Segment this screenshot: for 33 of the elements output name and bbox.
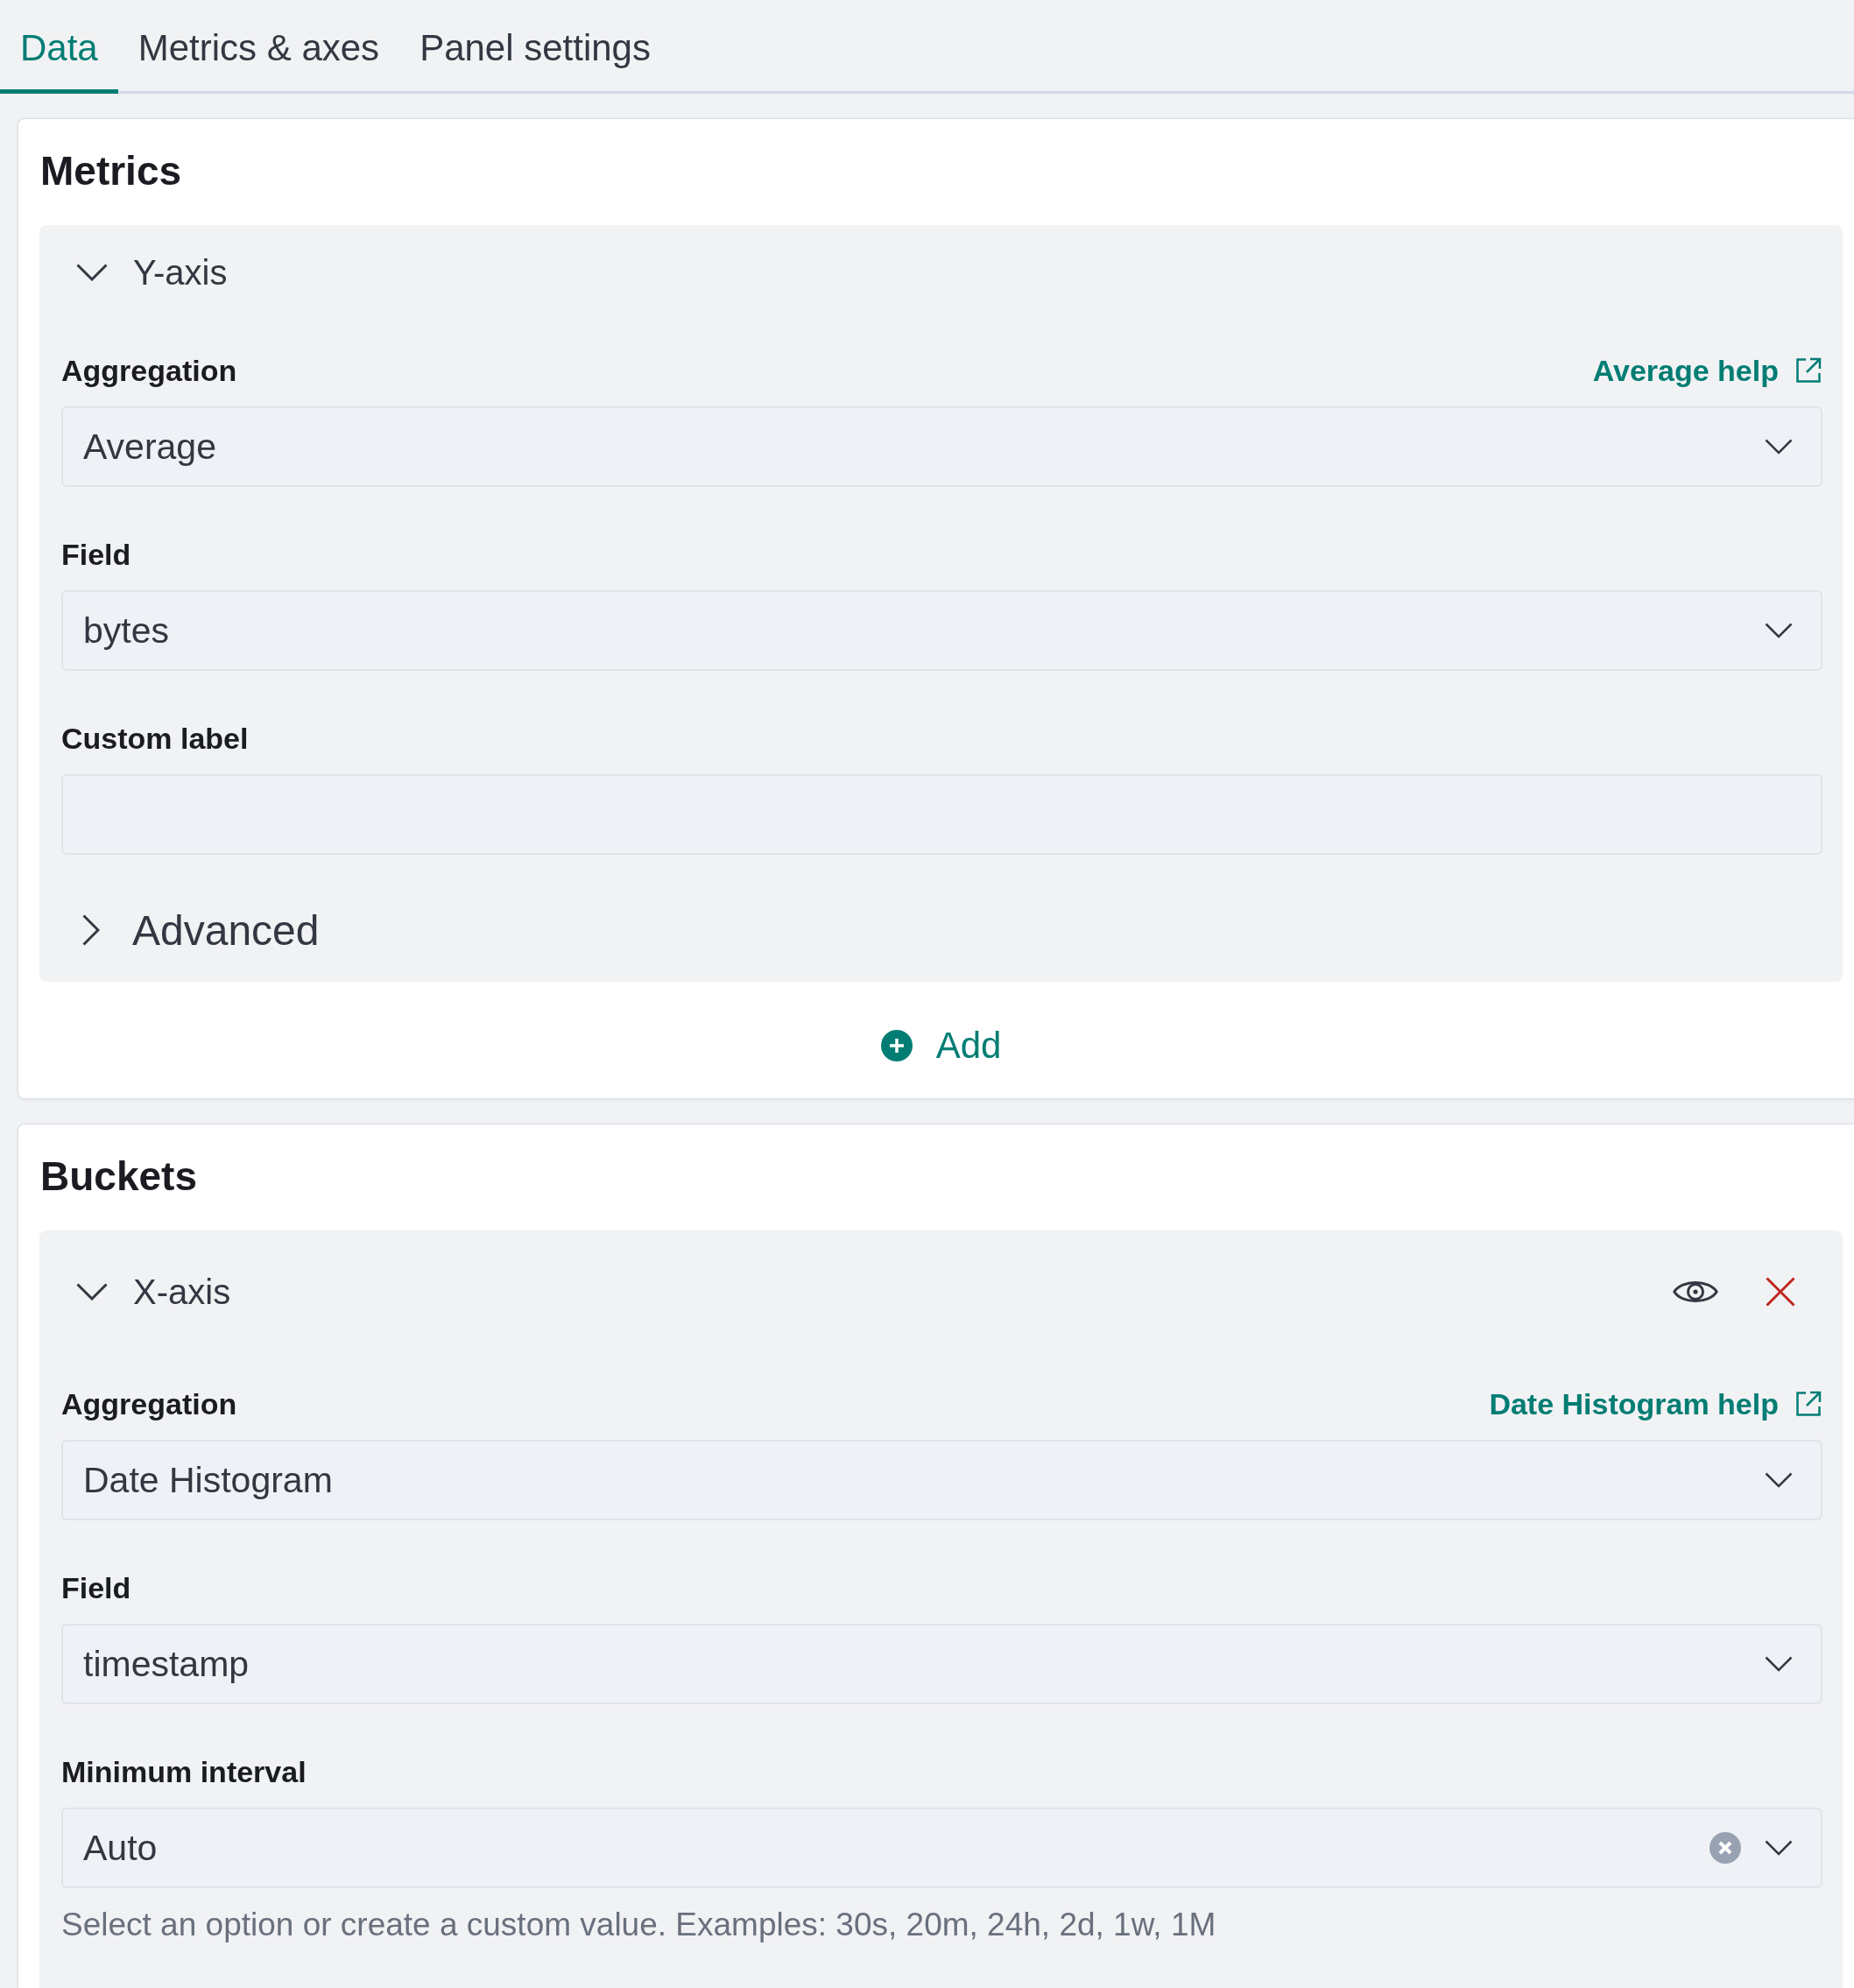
field-label: Custom label (61, 721, 249, 756)
select-field[interactable]: Date Histogram (61, 1440, 1822, 1520)
field-label: Field (61, 537, 131, 572)
help-link[interactable]: Average help (1592, 353, 1822, 388)
section-title: Buckets (39, 1153, 198, 1201)
chevron-down-icon (1765, 439, 1793, 455)
select-field[interactable]: timestamp (61, 1624, 1822, 1704)
accordion-toggle[interactable]: Y-axis (61, 252, 228, 293)
clear-icon[interactable] (1709, 1832, 1741, 1864)
accordion-toggle[interactable]: X-axis (61, 1272, 231, 1312)
field-label: Minimum interval (61, 1754, 307, 1789)
tab[interactable]: Metrics & axes (117, 0, 400, 94)
add-button[interactable]: Add (880, 1006, 1002, 1085)
add-icon (880, 1030, 913, 1061)
field-label: Field (61, 1570, 131, 1605)
select-field[interactable]: bytes (61, 590, 1822, 671)
external-link-icon (1794, 356, 1822, 384)
select-field[interactable]: Auto (61, 1808, 1822, 1888)
select-field[interactable]: Average (61, 406, 1822, 487)
field-label: Aggregation (61, 353, 237, 388)
chevron-down-icon (1765, 1840, 1793, 1856)
chevron-down-icon (1765, 623, 1793, 638)
advanced-toggle[interactable]: Advanced (61, 906, 320, 955)
chevron-down-icon (1765, 1472, 1793, 1488)
help-link[interactable]: Date Histogram help (1489, 1386, 1822, 1421)
field-label: Aggregation (61, 1386, 237, 1421)
external-link-icon (1794, 1390, 1822, 1418)
chevron-down-icon (1765, 1656, 1793, 1672)
tab[interactable]: Data (0, 0, 118, 94)
section-title: Metrics (39, 147, 183, 195)
help-text: Select an option or create a custom value. Examples: 30s, 20m, 24h, 2d, 1w, 1M (61, 1906, 1217, 1944)
cross-icon[interactable] (1766, 1277, 1795, 1307)
tab[interactable]: Panel settings (399, 0, 671, 94)
